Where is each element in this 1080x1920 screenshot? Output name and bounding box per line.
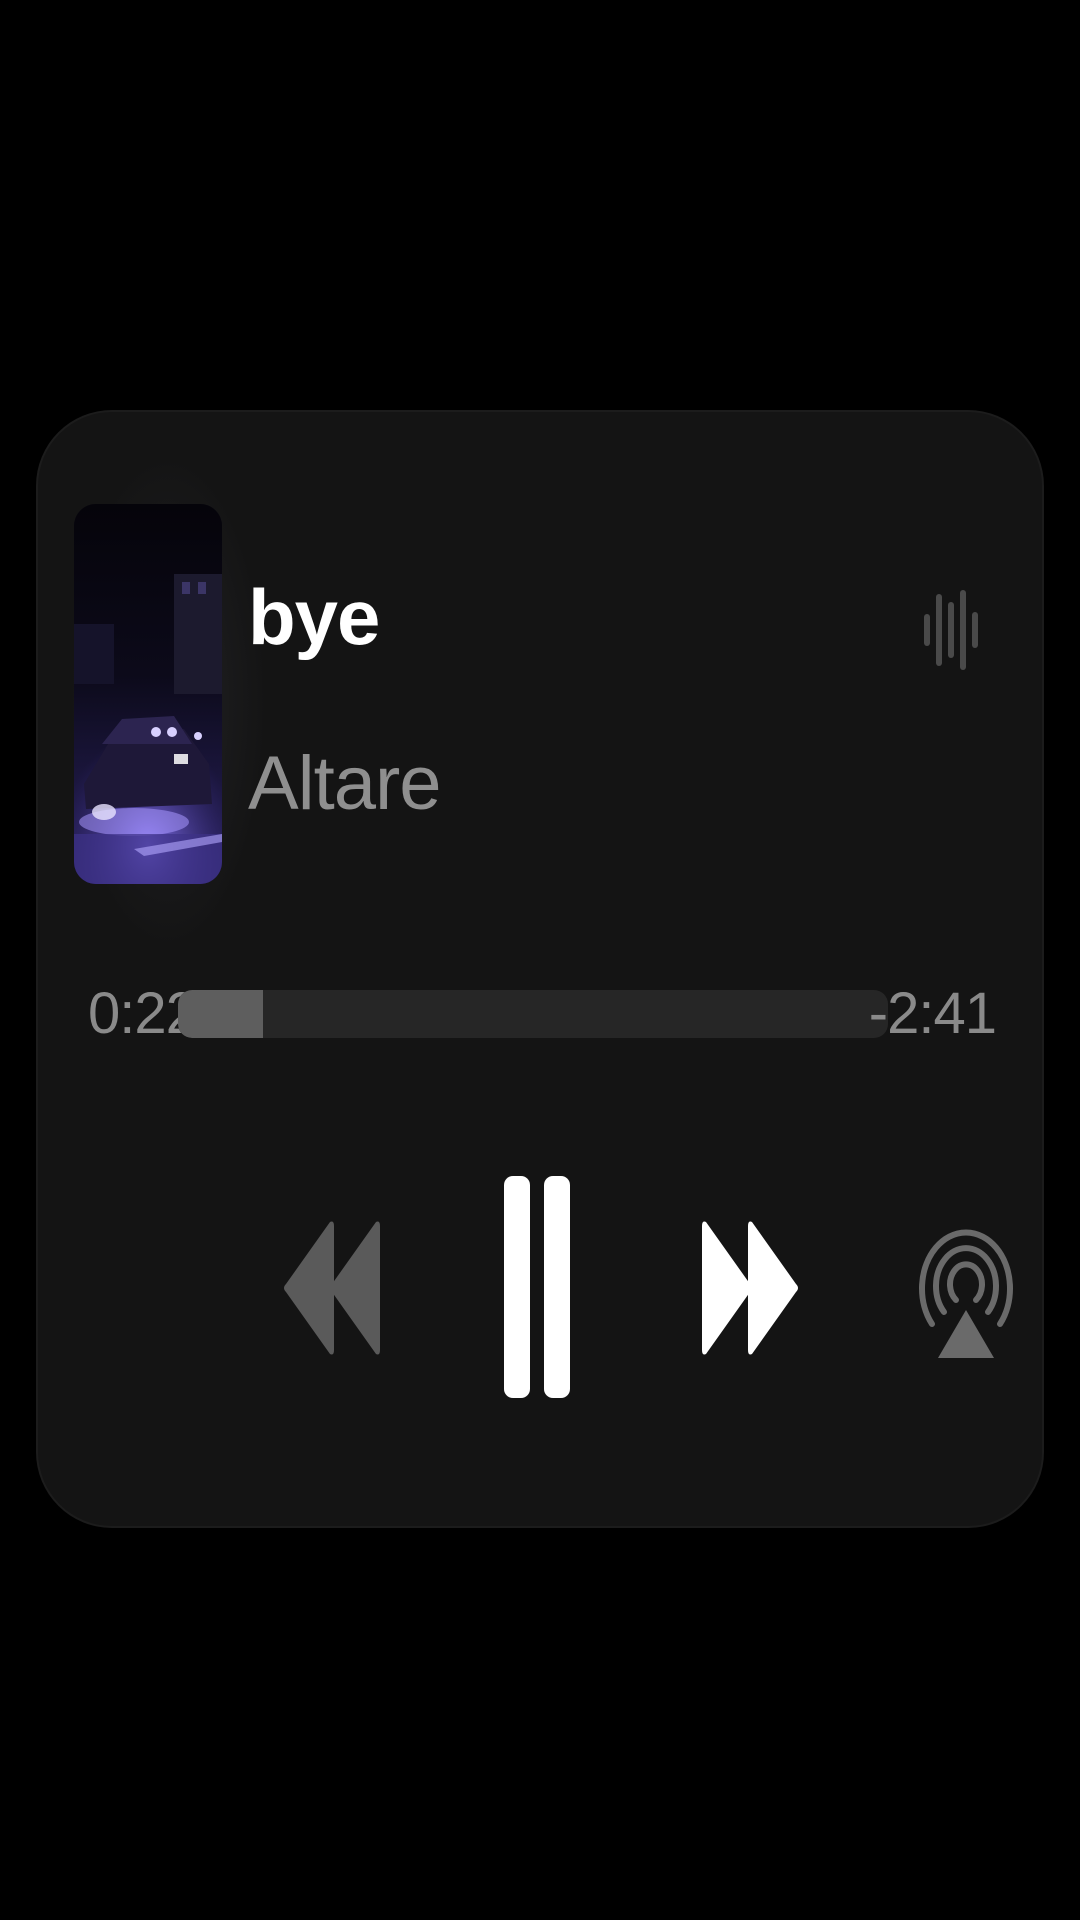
pause-icon [504, 1176, 570, 1398]
artist-name[interactable]: Altare [248, 740, 442, 827]
waveform-icon[interactable] [922, 588, 980, 672]
pause-button[interactable] [502, 1174, 572, 1400]
fast-forward-button[interactable] [700, 1218, 800, 1358]
now-playing-card: bye Altare 0:22 -2:41 [38, 412, 1042, 1526]
remaining-time: -2:41 [868, 981, 997, 1046]
album-artwork[interactable] [74, 504, 222, 884]
progress-fill [178, 990, 264, 1038]
airplay-button[interactable] [918, 1212, 1014, 1362]
airplay-icon [919, 1229, 1013, 1358]
album-artwork-image [74, 504, 222, 884]
fast-forward-icon [702, 1221, 798, 1355]
rewind-icon [284, 1221, 380, 1355]
song-title[interactable]: bye [248, 572, 380, 663]
progress-bar[interactable] [178, 990, 888, 1038]
rewind-button[interactable] [282, 1218, 382, 1358]
